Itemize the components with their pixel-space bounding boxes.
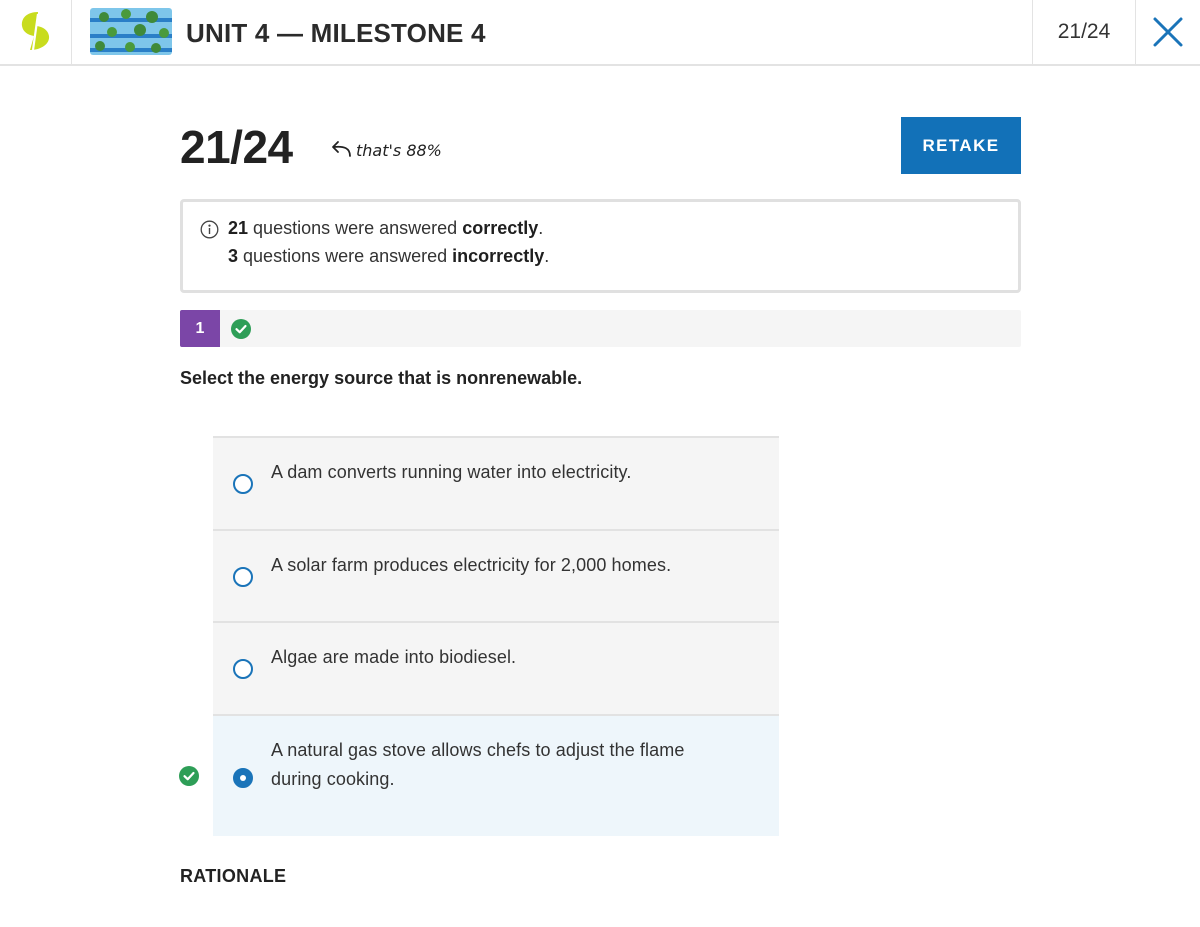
radio-button[interactable] (233, 474, 253, 494)
rationale-heading: RATIONALE (180, 866, 287, 886)
top-bar: UNIT 4 — MILESTONE 4 21/24 (0, 0, 1200, 66)
incorrect-text: questions were answered (243, 246, 448, 266)
incorrect-count: 3 (228, 246, 239, 266)
answer-option[interactable]: A dam converts running water into electr… (213, 436, 779, 530)
question-number-tab[interactable]: 1 (180, 310, 220, 347)
summary-incorrect-line: 3 questions were answered incorrectly. (228, 246, 549, 267)
answer-option-text: Algae are made into biodiesel. (271, 647, 517, 667)
question-nav-strip: 1 (180, 310, 1021, 347)
logo-cell[interactable] (0, 0, 72, 64)
curved-arrow-icon (332, 141, 351, 157)
answer-option-text: A dam converts running water into electr… (271, 462, 632, 482)
correct-count: 21 (228, 218, 249, 238)
incorrect-period: . (544, 246, 550, 266)
answer-option-text: A natural gas stove allows chefs to adju… (271, 740, 685, 789)
correct-check-icon (231, 319, 251, 339)
close-icon (1153, 17, 1183, 47)
score-annotation: that's 88% (328, 140, 442, 160)
radio-button-selected[interactable] (233, 768, 253, 788)
unit-title: UNIT 4 — MILESTONE 4 (186, 18, 486, 48)
retake-button[interactable]: RETAKE (901, 117, 1021, 174)
result-score: 21/24 (180, 121, 293, 173)
correct-answer-check-icon (179, 766, 199, 786)
radio-button[interactable] (233, 567, 253, 587)
correct-word: correctly (462, 218, 539, 238)
incorrect-word: incorrectly (452, 246, 545, 266)
answer-option[interactable]: A solar farm produces electricity for 2,… (213, 529, 779, 622)
correct-text: questions were answered (253, 218, 458, 238)
close-button[interactable] (1136, 0, 1200, 64)
header-score: 21/24 (1032, 0, 1136, 64)
answer-option-text: A solar farm produces electricity for 2,… (271, 555, 672, 575)
summary-box: 21 questions were answered correctly. 3 … (180, 199, 1021, 293)
answer-option[interactable]: Algae are made into biodiesel. (213, 621, 779, 715)
question-prompt: Select the energy source that is nonrene… (180, 368, 583, 388)
info-icon (200, 220, 219, 239)
score-annotation-text: that's 88% (356, 140, 442, 160)
answer-option-selected[interactable]: A natural gas stove allows chefs to adju… (213, 714, 779, 836)
unit-thumbnail-image (90, 8, 172, 55)
sophia-logo-icon (21, 12, 49, 51)
correct-period: . (538, 218, 544, 238)
radio-button[interactable] (233, 659, 253, 679)
summary-correct-line: 21 questions were answered correctly. (228, 218, 543, 239)
